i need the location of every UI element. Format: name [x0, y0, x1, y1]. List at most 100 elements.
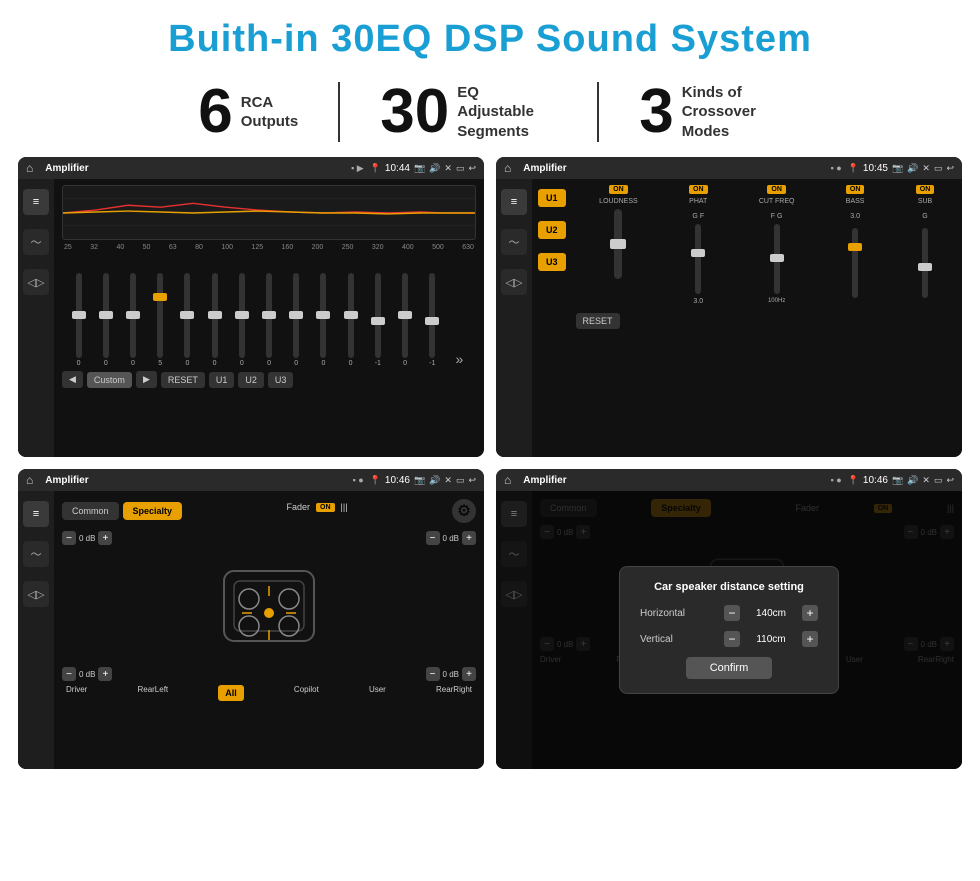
status-icons-2: 📍 10:45 📷 🔊 ✕ ▭ ↩ — [848, 163, 954, 174]
window-icon-4: ▭ — [934, 475, 943, 486]
close-icon-2: ✕ — [922, 163, 930, 174]
eq-icon-2[interactable]: ≡ — [501, 189, 527, 215]
eq-slider-6: 0 — [229, 273, 254, 367]
u2-preset-btn[interactable]: U2 — [538, 221, 566, 239]
common-tab[interactable]: Common — [62, 502, 119, 520]
ch-ctrl-tl: − 0 dB + — [62, 531, 112, 545]
close-icon-3: ✕ — [444, 475, 452, 486]
u3-btn-1[interactable]: U3 — [268, 372, 294, 388]
preset-buttons: U1 U2 U3 — [532, 179, 572, 457]
horizontal-ctrl: − 140cm + — [724, 605, 818, 621]
wave-icon[interactable]: 〜 — [23, 229, 49, 255]
dialog-vertical-row: Vertical − 110cm + — [640, 631, 818, 647]
stat-rca-number: 6 — [198, 81, 232, 143]
eq-icon-3[interactable]: ≡ — [23, 501, 49, 527]
next-preset-btn[interactable]: ▶ — [136, 371, 157, 388]
channel-controls-bottom: − 0 dB + − 0 dB + — [62, 667, 476, 681]
dialog-box: Car speaker distance setting Horizontal … — [619, 566, 839, 694]
screen-eq: ⌂ Amplifier ▪ ▶ 📍 10:44 📷 🔊 ✕ ▭ ↩ ≡ 〜 ◁▷ — [18, 157, 484, 457]
wave-icon-3[interactable]: 〜 — [23, 541, 49, 567]
screens-grid: ⌂ Amplifier ▪ ▶ 📍 10:44 📷 🔊 ✕ ▭ ↩ ≡ 〜 ◁▷ — [0, 157, 980, 779]
status-bar-1: ⌂ Amplifier ▪ ▶ 📍 10:44 📷 🔊 ✕ ▭ ↩ — [18, 157, 484, 179]
screen3-time: 10:46 — [385, 475, 410, 486]
u3-preset-btn[interactable]: U3 — [538, 253, 566, 271]
eq-icon[interactable]: ≡ — [23, 189, 49, 215]
back-icon-4: ↩ — [946, 475, 954, 486]
eq-slider-11: -1 — [365, 273, 390, 367]
u2-btn-1[interactable]: U2 — [238, 372, 264, 388]
home-icon-4[interactable]: ⌂ — [504, 473, 511, 487]
rearright-label: RearRight — [436, 685, 472, 701]
ch-ctrl-tr: − 0 dB + — [426, 531, 476, 545]
dialog-overlay: Car speaker distance setting Horizontal … — [496, 491, 962, 769]
custom-btn[interactable]: Custom — [87, 372, 132, 388]
wave-icon-2[interactable]: 〜 — [501, 229, 527, 255]
volume-icon-3: 🔊 — [429, 475, 440, 486]
back-icon-3: ↩ — [468, 475, 476, 486]
home-icon-2[interactable]: ⌂ — [504, 161, 511, 175]
eq-slider-3: 5 — [148, 273, 173, 367]
screen1-title: Amplifier — [45, 163, 345, 174]
camera-icon-1: 📷 — [414, 163, 425, 174]
rearleft-label: RearLeft — [137, 685, 168, 701]
ch-bl-minus[interactable]: − — [62, 667, 76, 681]
stat-eq: 30 EQ AdjustableSegments — [340, 81, 597, 143]
horizontal-label: Horizontal — [640, 608, 685, 619]
ch-tr-plus[interactable]: + — [462, 531, 476, 545]
mixer-screen-content: Common Specialty Fader ON ||| ⚙ − 0 dB — [54, 491, 484, 769]
fader-label: Fader — [287, 502, 311, 512]
reset-btn-1[interactable]: RESET — [161, 372, 205, 388]
horizontal-minus-btn[interactable]: − — [724, 605, 740, 621]
confirm-button[interactable]: Confirm — [686, 657, 773, 679]
side-icons-3: ≡ 〜 ◁▷ — [18, 491, 54, 769]
location-icon-1: 📍 — [370, 163, 381, 174]
location-icon-2: 📍 — [848, 163, 859, 174]
u1-preset-btn[interactable]: U1 — [538, 189, 566, 207]
eq-slider-expand[interactable]: » — [447, 351, 472, 367]
home-icon-1[interactable]: ⌂ — [26, 161, 33, 175]
screen-amplifier: ⌂ Amplifier ▪ ● 📍 10:45 📷 🔊 ✕ ▭ ↩ ≡ 〜 ◁▷… — [496, 157, 962, 457]
screen2-time: 10:45 — [863, 163, 888, 174]
home-icon-3[interactable]: ⌂ — [26, 473, 33, 487]
vertical-plus-btn[interactable]: + — [802, 631, 818, 647]
dialog-title: Car speaker distance setting — [640, 581, 818, 593]
copilot-label: Copilot — [294, 685, 319, 701]
ch-tr-minus[interactable]: − — [426, 531, 440, 545]
eq-slider-1: 0 — [93, 273, 118, 367]
vertical-minus-btn[interactable]: − — [724, 631, 740, 647]
side-icons-1: ≡ 〜 ◁▷ — [18, 179, 54, 457]
vertical-ctrl: − 110cm + — [724, 631, 818, 647]
ch-tl-minus[interactable]: − — [62, 531, 76, 545]
specialty-tab[interactable]: Specialty — [123, 502, 183, 520]
ch-br-minus[interactable]: − — [426, 667, 440, 681]
all-btn[interactable]: All — [218, 685, 244, 701]
window-icon-3: ▭ — [456, 475, 465, 486]
col-sub: ON SUB G — [916, 185, 935, 305]
speaker-icon-3[interactable]: ◁▷ — [23, 581, 49, 607]
screen3-title: Amplifier — [45, 475, 346, 486]
volume-icon-2: 🔊 — [907, 163, 918, 174]
eq-freq-labels: 2532405063 80100125160200 25032040050063… — [62, 244, 476, 251]
prev-preset-btn[interactable]: ◀ — [62, 371, 83, 388]
user-label: User — [369, 685, 386, 701]
fader-on: ON — [316, 503, 335, 512]
eq-slider-12: 0 — [392, 273, 417, 367]
speaker-icon[interactable]: ◁▷ — [23, 269, 49, 295]
reset-btn-2[interactable]: RESET — [576, 313, 620, 329]
horizontal-plus-btn[interactable]: + — [802, 605, 818, 621]
eq-slider-10: 0 — [338, 273, 363, 367]
status-bar-4: ⌂ Amplifier ▪ ● 📍 10:46 📷 🔊 ✕ ▭ ↩ — [496, 469, 962, 491]
col-cutfreq: ON CUT FREQ FG 100Hz — [759, 185, 795, 305]
ch-tl-plus[interactable]: + — [98, 531, 112, 545]
ch-br-plus[interactable]: + — [462, 667, 476, 681]
side-icons-2: ≡ 〜 ◁▷ — [496, 179, 532, 457]
fader-sliders: ||| — [341, 502, 348, 512]
location-icon-4: 📍 — [848, 475, 859, 486]
tab-row-3: Common Specialty Fader ON ||| ⚙ — [62, 499, 476, 523]
stat-eq-label: EQ AdjustableSegments — [457, 83, 557, 142]
u1-btn-1[interactable]: U1 — [209, 372, 235, 388]
ch-bl-plus[interactable]: + — [98, 667, 112, 681]
dialog-horizontal-row: Horizontal − 140cm + — [640, 605, 818, 621]
settings-icon[interactable]: ⚙ — [452, 499, 476, 523]
speaker-icon-2[interactable]: ◁▷ — [501, 269, 527, 295]
